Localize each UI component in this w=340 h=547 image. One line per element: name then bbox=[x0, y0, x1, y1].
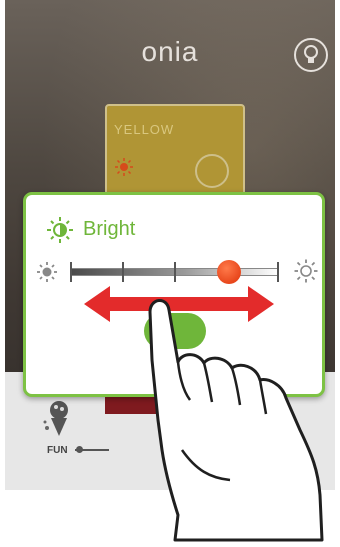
hand-pointer-icon bbox=[148, 299, 324, 542]
